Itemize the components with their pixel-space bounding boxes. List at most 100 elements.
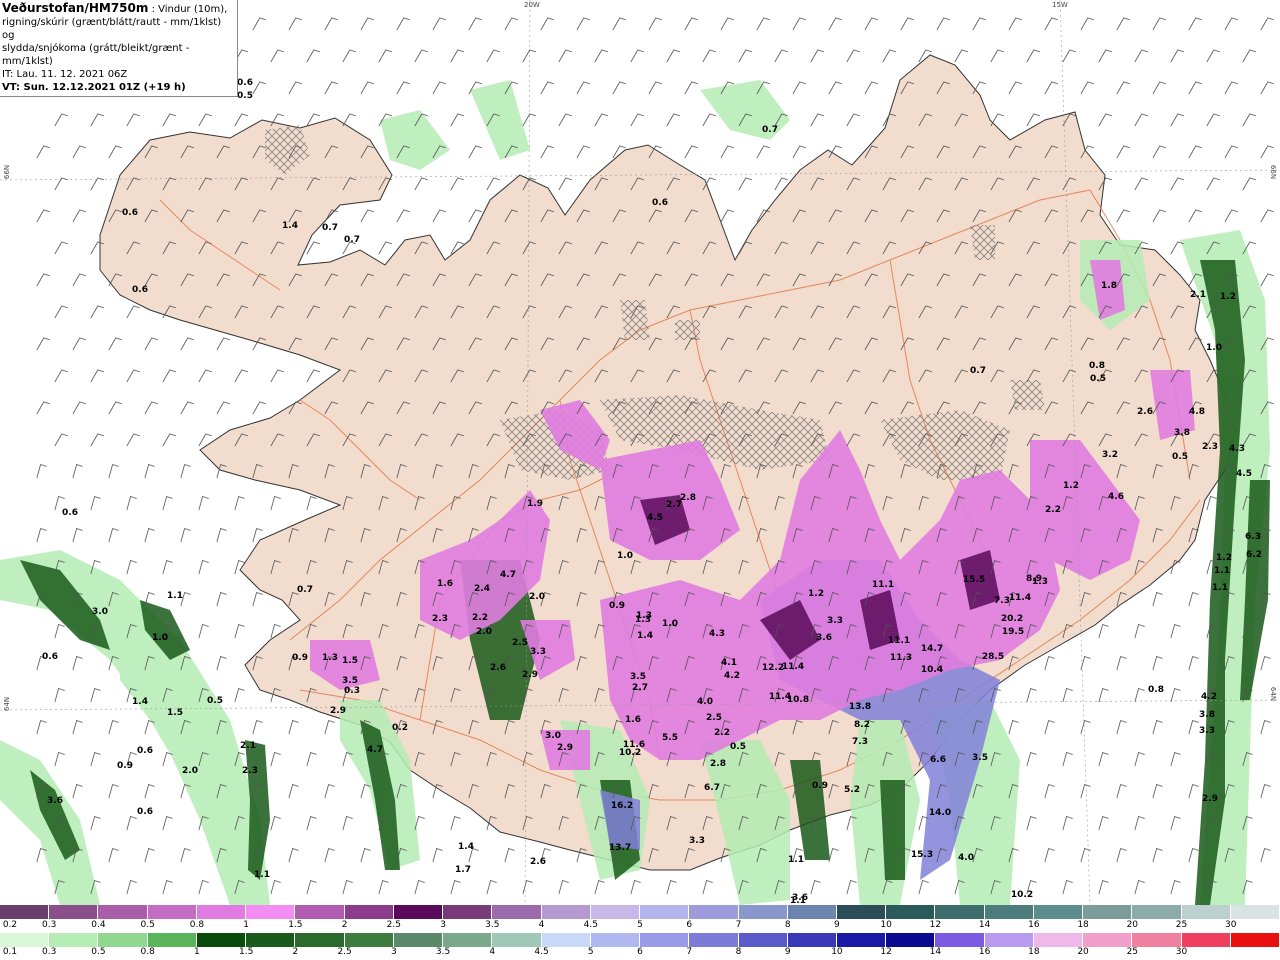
- legend-tick-label: 0.5: [91, 947, 106, 957]
- legend-tick-label: 5: [637, 920, 643, 930]
- legend-swatch: [886, 905, 936, 919]
- legend-swatch: [492, 905, 542, 919]
- precip-value-label: 0.6: [42, 652, 58, 662]
- legend-tick-label: 5: [587, 947, 594, 957]
- precip-value-label: 1.9: [527, 499, 543, 509]
- legend-tick-label: 4: [489, 947, 496, 957]
- legend-tick-label: 18: [1077, 920, 1089, 930]
- precip-value-label: 2.3: [242, 766, 258, 776]
- precip-value-label: 1.6: [437, 579, 453, 589]
- legend-snow-labels: 0.2 0.3 0.4 0.5 0.8 1 1.5 2 2.5 3 3.5 4 4.5 5 6 7 8 9 10 12…: [0, 920, 1280, 932]
- legend-tick-label: 3.5: [485, 920, 500, 930]
- legend-swatch: [295, 905, 345, 919]
- legend-swatch: [689, 905, 739, 919]
- precip-value-label: 7.3: [852, 737, 868, 747]
- precip-value-label: 0.9: [292, 653, 308, 663]
- legend-swatch: [49, 933, 99, 947]
- legend-swatch: [836, 905, 887, 919]
- precip-value-label: 1.4: [282, 221, 298, 231]
- map-title: Veðurstofan/HM750m: [2, 1, 149, 15]
- precip-value-label: 4.5: [647, 513, 663, 523]
- precip-value-label: 2.9: [1202, 794, 1218, 804]
- legend-swatch: [196, 933, 247, 947]
- legend-swatch: [49, 905, 99, 919]
- precip-value-label: 0.6: [137, 807, 153, 817]
- legend-tick-label: 0.8: [140, 947, 155, 957]
- legend-swatch: [640, 905, 690, 919]
- legend-swatch: [935, 905, 985, 919]
- precip-value-label: 0.5: [730, 742, 746, 752]
- precip-value-label: 2.8: [710, 759, 726, 769]
- precip-value-label: 4.3: [709, 629, 725, 639]
- precip-value-label: 1.1: [790, 896, 806, 905]
- precip-value-label: 11.1: [888, 636, 910, 646]
- precip-value-label: 5.2: [844, 785, 860, 795]
- precip-value-label: 1.2: [1216, 553, 1232, 563]
- precip-value-label: 11.1: [872, 580, 894, 590]
- precip-value-label: 1.3: [1032, 577, 1048, 587]
- legend-tick-label: 25: [1175, 920, 1188, 930]
- legend-tick-label: 9: [784, 947, 791, 957]
- precip-value-label: 3.5: [972, 753, 988, 763]
- legend-swatch: [147, 933, 197, 947]
- precip-value-label: 2.8: [680, 493, 696, 503]
- precip-value-label: 4.6: [1108, 492, 1124, 502]
- precip-value-label: 11.6: [623, 740, 645, 750]
- legend-tick-label: 0.4: [91, 920, 106, 930]
- legend-swatch: [443, 905, 493, 919]
- precip-value-label: 0.5: [207, 696, 223, 706]
- legend-swatch: [1033, 933, 1084, 947]
- precip-value-label: 3.8: [1199, 710, 1215, 720]
- precip-value-label: 0.9: [117, 761, 133, 771]
- lat-label-64n-left: 64N: [3, 696, 12, 712]
- legend-swatch: [984, 933, 1034, 947]
- precip-value-label: 7.3: [994, 596, 1010, 606]
- precip-value-label: 2.5: [512, 638, 528, 648]
- precip-value-label: 0.9: [812, 781, 828, 791]
- precip-value-label: 10.2: [1011, 890, 1033, 900]
- precip-value-label: 6.2: [1246, 550, 1262, 560]
- precip-value-label: 16.2: [611, 801, 633, 811]
- precip-value-label: 0.7: [344, 235, 360, 245]
- precip-value-label: 2.2: [472, 613, 488, 623]
- precip-value-label: 2.3: [432, 614, 448, 624]
- legend-swatch: [393, 905, 444, 919]
- precip-value-label: 2.1: [1190, 290, 1206, 300]
- legend-tick-label: 20: [1077, 947, 1089, 957]
- legend-swatch: [196, 905, 247, 919]
- legend-tick-label: 20: [1126, 920, 1139, 930]
- legend-tick-label: 30: [1225, 920, 1237, 930]
- precip-value-label: 3.3: [530, 647, 546, 657]
- precip-value-label: 4.7: [500, 570, 516, 580]
- legend-swatch: [984, 905, 1034, 919]
- precip-value-label: 2.7: [666, 500, 682, 510]
- precip-value-label: 1.0: [1206, 343, 1222, 353]
- legend-tick-label: 14: [978, 920, 991, 930]
- legend-tick-label: 8: [784, 920, 791, 930]
- precip-value-label: 4.8: [1189, 407, 1205, 417]
- legend-tick-label: 12: [880, 947, 892, 957]
- legend-tick-label: 18: [1028, 947, 1040, 957]
- map-desc-1: : Vindur (10m),: [151, 4, 228, 15]
- legend-swatch: [1132, 933, 1182, 947]
- legend-swatch: [935, 933, 985, 947]
- precip-value-label: 11.4: [782, 662, 804, 672]
- precip-value-label: 2.7: [632, 683, 648, 693]
- precip-value-label: 4.5: [1236, 469, 1252, 479]
- precip-value-label: 1.2: [1063, 481, 1079, 491]
- legend-tick-label: 4: [538, 920, 545, 930]
- precip-value-label: 1.1: [1212, 583, 1228, 593]
- legend-swatch: [295, 933, 345, 947]
- precip-value-label: 4.2: [1201, 692, 1217, 702]
- legend-tick-label: 7: [686, 947, 693, 957]
- legend-tick-label: 4.5: [583, 920, 598, 930]
- precip-value-label: 1.1: [167, 591, 183, 601]
- precip-value-label: 6.7: [704, 783, 720, 793]
- precip-value-label: 0.6: [137, 746, 153, 756]
- precip-value-label: 6.3: [1245, 532, 1261, 542]
- precip-value-label: 3.3: [827, 616, 843, 626]
- precip-value-label: 3.0: [92, 607, 108, 617]
- precip-value-label: 3.6: [47, 796, 63, 806]
- legend-swatch: [393, 933, 444, 947]
- map-desc-2: rigning/skúrir (grænt/blátt/rautt - mm/1…: [2, 17, 222, 41]
